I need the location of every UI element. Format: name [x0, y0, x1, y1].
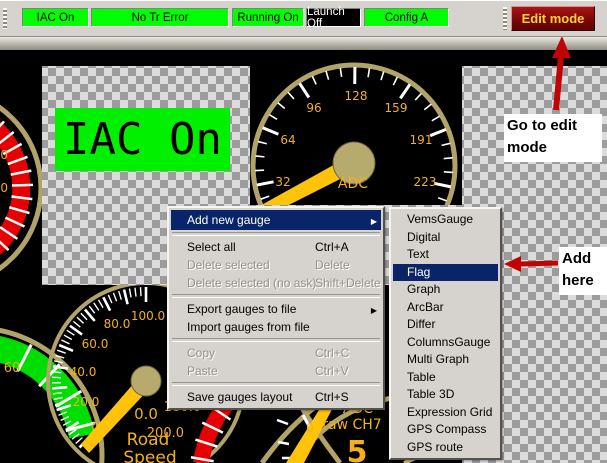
menu-item-select-all[interactable]: Select all Ctrl+A	[171, 238, 381, 256]
menu-item-import-gauges[interactable]: Import gauges from file	[171, 318, 381, 336]
toolbar-shadow	[0, 36, 607, 50]
menu-shortcut: Shift+Delete	[315, 274, 381, 292]
submenu-item-table[interactable]: Table	[393, 369, 498, 387]
menu-separator	[172, 232, 380, 236]
menu-separator	[172, 294, 380, 298]
menu-item-add-new-gauge[interactable]: Add new gauge	[171, 210, 381, 230]
menu-shortcut: Ctrl+V	[315, 362, 349, 380]
menu-item-label: Add new gauge	[187, 213, 270, 227]
iac-on-flag-gauge: IAC On	[55, 108, 230, 171]
menu-item-copy: Copy Ctrl+C	[171, 344, 381, 362]
edit-mode-button[interactable]: Edit mode	[511, 6, 595, 31]
status-flag-label: IAC On	[37, 12, 75, 24]
go-to-edit-mode-note: Go to edit mode	[504, 114, 602, 162]
status-flag-label: No Tr Error	[132, 12, 189, 24]
submenu-item-expression-grid[interactable]: Expression Grid	[393, 404, 498, 422]
submenu-item-digital[interactable]: Digital	[393, 229, 498, 247]
menu-shortcut: Ctrl+A	[315, 238, 349, 256]
status-toolbar: IAC On No Tr Error Running On Launch Off…	[0, 0, 607, 37]
menu-item-label: Delete selected	[187, 258, 270, 272]
menu-item-save-gauges-layout[interactable]: Save gauges layout Ctrl+S	[171, 388, 381, 406]
submenu-item-flag[interactable]: Flag	[393, 264, 498, 282]
menu-item-label: Export gauges to file	[187, 302, 296, 316]
submenu-arrow-icon	[371, 300, 377, 320]
submenu-item-differ[interactable]: Differ	[393, 316, 498, 334]
status-flag-label: Launch Off	[307, 6, 360, 30]
status-flag-label: Running On	[237, 12, 298, 24]
submenu-item-table-3d[interactable]: Table 3D	[393, 386, 498, 404]
submenu-item-arcbar[interactable]: ArcBar	[393, 299, 498, 317]
menu-item-label: Import gauges from file	[187, 320, 310, 334]
menu-item-paste: Paste Ctrl+V	[171, 362, 381, 380]
status-flag-label: Config A	[385, 12, 428, 24]
add-here-note: Add here	[559, 247, 607, 295]
menu-shortcut: Ctrl+S	[315, 388, 349, 406]
menu-item-delete-selected: Delete selected Delete	[171, 256, 381, 274]
menu-item-export-gauges[interactable]: Export gauges to file	[171, 300, 381, 318]
submenu-item-multi-graph[interactable]: Multi Graph	[393, 351, 498, 369]
add-gauge-submenu: VemsGauge Digital Text Flag Graph ArcBar…	[389, 207, 502, 460]
status-flag: Launch Off	[306, 8, 361, 27]
menu-item-label: Select all	[187, 240, 236, 254]
submenu-item-gps-route[interactable]: GPS route	[393, 439, 498, 457]
context-menu: Add new gauge Select all Ctrl+A Delete s…	[167, 206, 385, 410]
submenu-item-columnsgauge[interactable]: ColumnsGauge	[393, 334, 498, 352]
submenu-item-vemsgauge[interactable]: VemsGauge	[393, 211, 498, 229]
menu-item-label: Copy	[187, 346, 215, 360]
menu-item-label: Delete selected (no ask)	[187, 276, 316, 290]
menu-separator	[172, 338, 380, 342]
menu-item-delete-selected-no-ask: Delete selected (no ask) Shift+Delete	[171, 274, 381, 292]
status-flag: Running On	[232, 8, 304, 27]
status-flag: Config A	[364, 8, 449, 27]
toolbar-grip-handle[interactable]	[3, 8, 7, 29]
submenu-arrow-icon	[371, 210, 377, 232]
submenu-item-text[interactable]: Text	[393, 246, 498, 264]
toolbar-grip-handle[interactable]	[503, 7, 507, 30]
menu-shortcut: Ctrl+C	[315, 344, 349, 362]
submenu-item-graph[interactable]: Graph	[393, 281, 498, 299]
menu-shortcut: Delete	[315, 256, 350, 274]
menu-item-label: Paste	[187, 364, 218, 378]
menu-item-label: Save gauges layout	[187, 390, 292, 404]
status-flag: IAC On	[22, 8, 89, 27]
submenu-item-gps-compass[interactable]: GPS Compass	[393, 421, 498, 439]
status-flag: No Tr Error	[91, 8, 229, 27]
adc-gauge-background	[250, 50, 462, 205]
menu-separator	[172, 382, 380, 386]
